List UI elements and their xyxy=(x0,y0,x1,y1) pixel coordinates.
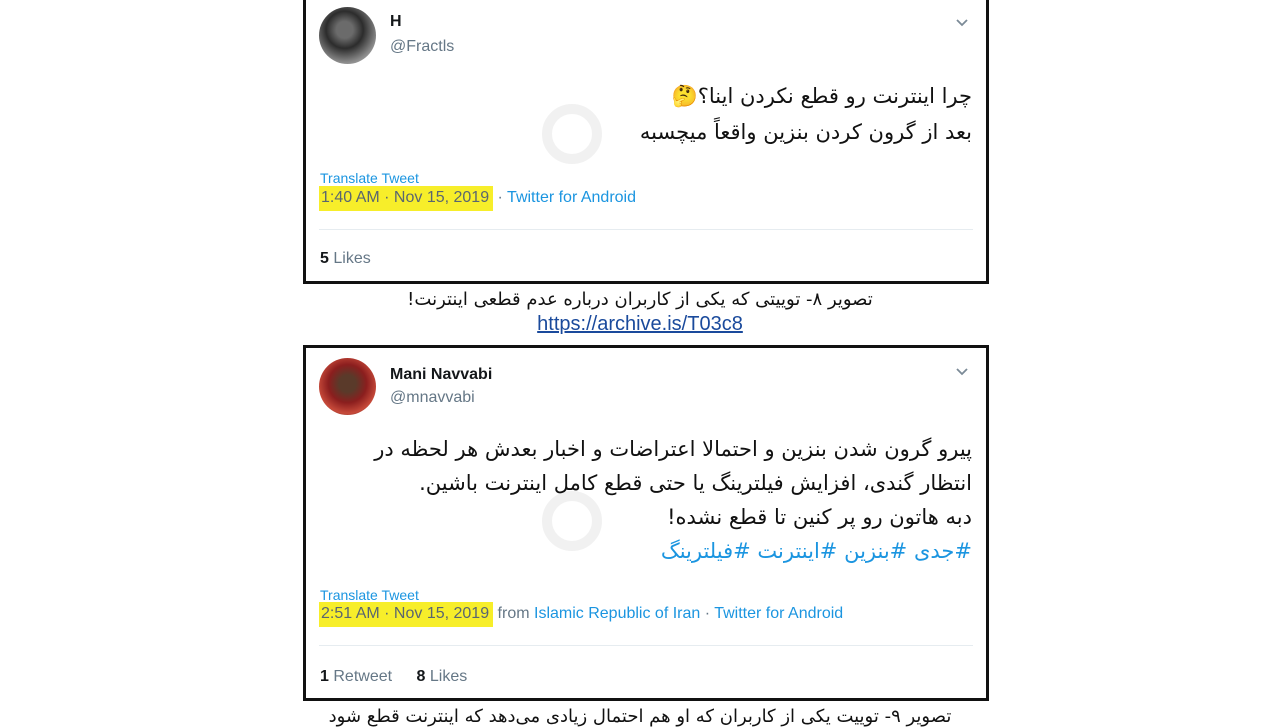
tweet-card-1: H @Fractls چرا اینترنت رو قطع نکردن اینا… xyxy=(303,0,989,284)
tweet-meta: 2:51 AM · Nov 15, 2019 from Islamic Repu… xyxy=(319,602,843,627)
tweet-stats: 5 Likes xyxy=(320,250,391,268)
figure-caption-8: تصویر ۸- توییتی که یکی از کاربران درباره… xyxy=(407,289,873,310)
user-handle[interactable]: @mnavvabi xyxy=(390,389,475,407)
tweet-text: چرا اینترنت رو قطع نکردن اینا؟🤔 بعد از گ… xyxy=(326,78,972,150)
tweet-timestamp[interactable]: 1:40 AM · Nov 15, 2019 xyxy=(319,186,494,211)
tweet-source-link[interactable]: Twitter for Android xyxy=(507,189,636,206)
likes-label: Likes xyxy=(333,250,371,267)
meta-separator: · xyxy=(493,189,508,206)
avatar[interactable] xyxy=(319,7,376,64)
tweet-source-link[interactable]: Twitter for Android xyxy=(714,605,843,622)
avatar[interactable] xyxy=(319,358,376,415)
user-handle[interactable]: @Fractls xyxy=(390,38,454,56)
retweets-stat[interactable]: 1 Retweet xyxy=(320,668,392,685)
figure-caption-9: تصویر ۹- توییت یکی از کاربران که او هم ا… xyxy=(328,706,952,727)
tweet-meta: 1:40 AM · Nov 15, 2019 · Twitter for And… xyxy=(319,186,636,211)
tweet-hashtags[interactable]: #جدی #بنزین #اینترنت #فیلترینگ xyxy=(326,534,972,568)
tweet-text-line: پیرو گرون شدن بنزین و احتمالا اعتراضات و… xyxy=(374,437,972,461)
tweet-stats: 1 Retweet 8 Likes xyxy=(320,668,487,686)
display-name[interactable]: H xyxy=(390,13,402,31)
tweet-text-line: چرا اینترنت رو قطع نکردن اینا؟🤔 xyxy=(671,84,972,108)
chevron-down-icon[interactable] xyxy=(954,363,970,379)
retweets-count: 1 xyxy=(320,668,329,685)
divider xyxy=(319,645,973,646)
likes-count: 5 xyxy=(320,250,329,267)
tweet-timestamp[interactable]: 2:51 AM · Nov 15, 2019 xyxy=(319,602,494,627)
tweet-text-line: انتظار گندی، افزایش فیلترینگ یا حتی قطع … xyxy=(419,471,972,495)
retweets-label: Retweet xyxy=(333,668,393,685)
divider xyxy=(319,229,973,230)
likes-label: Likes xyxy=(429,668,468,685)
likes-stat[interactable]: 5 Likes xyxy=(320,250,371,267)
archive-link[interactable]: https://archive.is/T03c8 xyxy=(537,313,743,335)
translate-tweet-link[interactable]: Translate Tweet xyxy=(320,587,419,603)
likes-stat[interactable]: 8 Likes xyxy=(417,668,468,685)
translate-tweet-link[interactable]: Translate Tweet xyxy=(320,170,419,186)
tweet-card-2: Mani Navvabi @mnavvabi پیرو گرون شدن بنز… xyxy=(303,345,989,701)
tweet-location-link[interactable]: Islamic Republic of Iran xyxy=(534,605,700,622)
display-name[interactable]: Mani Navvabi xyxy=(390,366,492,384)
archive-link-wrapper: https://archive.is/T03c8 xyxy=(0,313,1280,336)
chevron-down-icon[interactable] xyxy=(954,14,970,30)
tweet-text-line: بعد از گرون کردن بنزین واقعاً میچسبه xyxy=(639,120,972,144)
tweet-text: پیرو گرون شدن بنزین و احتمالا اعتراضات و… xyxy=(326,432,972,568)
meta-separator: · xyxy=(700,605,715,622)
tweet-text-line: دبه هاتون رو پر کنین تا قطع نشده! xyxy=(667,505,972,529)
likes-count: 8 xyxy=(416,668,426,685)
meta-from-label: from xyxy=(493,605,534,622)
